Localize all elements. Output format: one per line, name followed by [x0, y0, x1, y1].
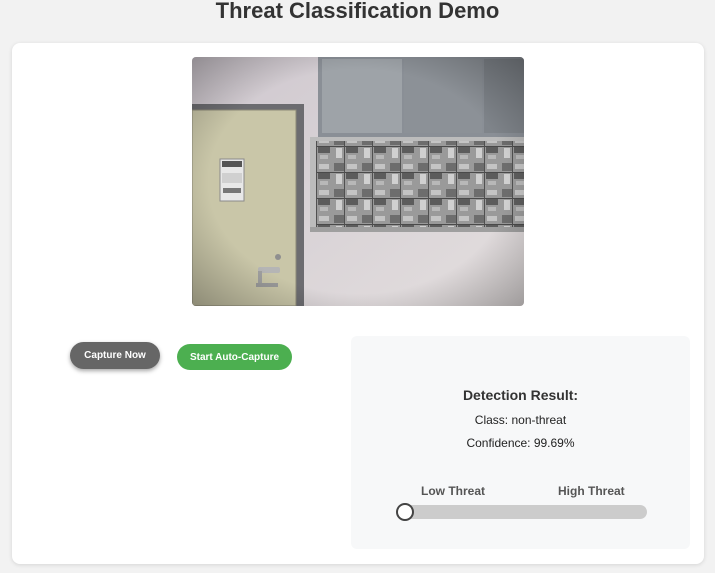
- threat-level-thumb: [396, 503, 414, 521]
- result-heading: Detection Result:: [462, 387, 579, 403]
- main-card: Capture Now Start Auto-Capture Detection…: [12, 43, 704, 564]
- start-auto-capture-button[interactable]: Start Auto-Capture: [177, 344, 292, 370]
- page-title: Threat Classification Demo: [215, 0, 500, 23]
- camera-feed: [192, 57, 524, 306]
- detection-result-panel: Detection Result: Class: non-threat Conf…: [351, 336, 690, 549]
- low-threat-label: Low Threat: [421, 484, 486, 498]
- result-confidence: Confidence: 99.69%: [466, 436, 575, 450]
- result-class: Class: non-threat: [474, 413, 567, 427]
- capture-now-button[interactable]: Capture Now: [70, 342, 160, 369]
- high-threat-label: High Threat: [558, 484, 625, 498]
- threat-level-slider: [396, 503, 647, 521]
